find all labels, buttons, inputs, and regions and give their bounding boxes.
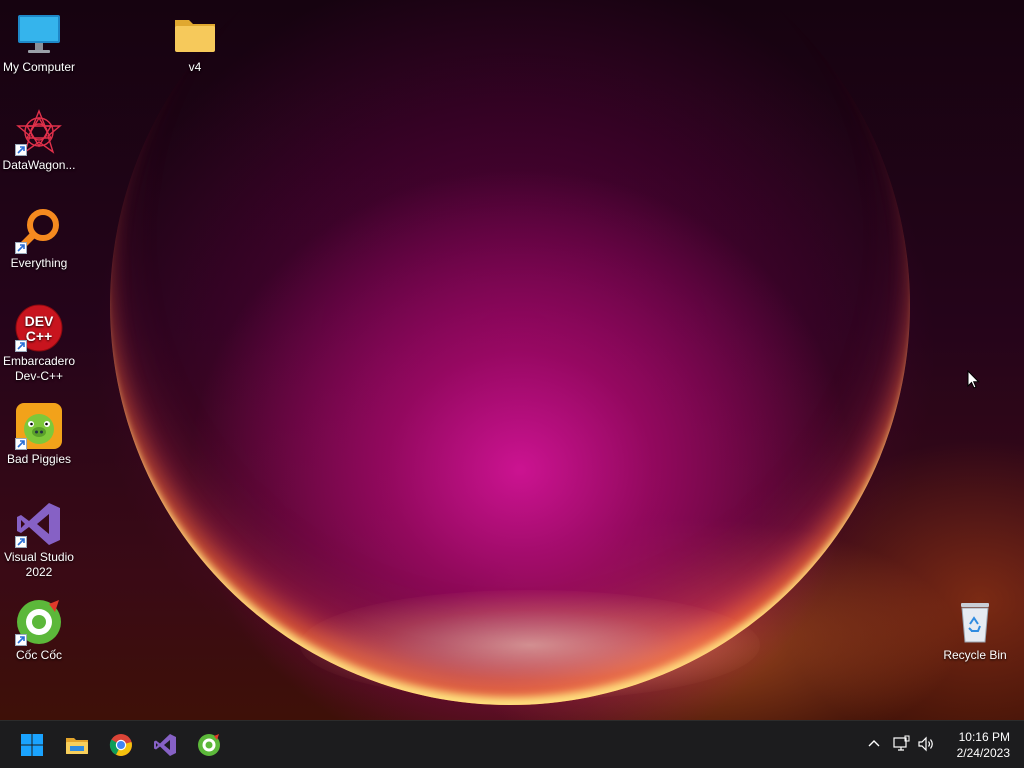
desktop-icon-visual-studio[interactable]: Visual Studio 2022	[0, 494, 78, 580]
svg-text:C++: C++	[26, 328, 52, 344]
taskbar-clock[interactable]: 10:16 PM 2/24/2023	[940, 729, 1010, 761]
desktop-icon-label: v4	[188, 60, 202, 74]
tray-network-button[interactable]	[891, 733, 911, 755]
clock-date: 2/24/2023	[956, 746, 1010, 760]
taskbar-file-explorer-button[interactable]	[59, 727, 95, 763]
windows-start-icon	[21, 734, 43, 756]
desktop-icon-devcpp[interactable]: DEV C++ Embarcadero Dev-C++	[0, 298, 78, 384]
chevron-up-icon	[868, 740, 880, 747]
desktop-icon-label: Cốc Cốc	[15, 648, 62, 662]
everything-search-icon	[15, 206, 63, 254]
shortcut-arrow-icon	[15, 438, 27, 450]
mouse-cursor-icon	[967, 370, 980, 389]
devcpp-badge-text: DEV	[25, 313, 54, 329]
visual-studio-icon	[154, 734, 176, 756]
bad-piggies-icon	[15, 402, 63, 450]
devcpp-icon: DEV C++	[15, 304, 63, 352]
chrome-icon	[109, 734, 132, 756]
volume-icon	[918, 736, 933, 752]
shortcut-arrow-icon	[15, 242, 27, 254]
file-explorer-icon	[66, 738, 88, 754]
desktop-icon-label: Embarcadero Dev-C++	[2, 354, 76, 383]
taskbar-coccoc-button[interactable]	[191, 727, 227, 763]
network-icon	[893, 735, 910, 751]
folder-icon	[171, 10, 219, 58]
clock-time: 10:16 PM	[958, 730, 1010, 744]
tray-volume-button[interactable]	[916, 733, 936, 755]
desktop-icon-bad-piggies[interactable]: Bad Piggies	[0, 396, 78, 467]
tray-overflow-button[interactable]	[864, 733, 884, 755]
desktop-icon-label: My Computer	[2, 60, 76, 74]
desktop-wallpaper: My Computer v4 DataWagon... Everything D…	[0, 0, 1024, 720]
shortcut-arrow-icon	[15, 634, 27, 646]
desktop-icon-v4-folder[interactable]: v4	[156, 4, 234, 75]
taskbar: 10:16 PM 2/24/2023	[0, 720, 1024, 768]
desktop-icon-my-computer[interactable]: My Computer	[0, 4, 78, 75]
desktop-icon-label: DataWagon...	[2, 158, 76, 172]
desktop-icon-recycle-bin[interactable]: Recycle Bin	[936, 592, 1014, 663]
coccoc-icon	[198, 734, 220, 756]
monitor-icon	[15, 10, 63, 58]
desktop-icon-coccoc[interactable]: Cốc Cốc	[0, 592, 78, 663]
shortcut-arrow-icon	[15, 536, 27, 548]
visual-studio-icon	[15, 500, 63, 548]
shortcut-arrow-icon	[15, 144, 27, 156]
shortcut-arrow-icon	[15, 340, 27, 352]
desktop-icon-label: Visual Studio 2022	[4, 550, 74, 579]
desktop-icon-datawagon[interactable]: DataWagon...	[0, 102, 78, 173]
start-button[interactable]	[14, 727, 50, 763]
taskbar-chrome-button[interactable]	[103, 727, 139, 763]
wallpaper-ring	[110, 0, 910, 705]
desktop-icon-everything[interactable]: Everything	[0, 200, 78, 271]
desktop-icon-label: Recycle Bin	[943, 648, 1007, 662]
desktop-icon-label: Bad Piggies	[6, 452, 72, 466]
taskbar-visual-studio-button[interactable]	[147, 727, 183, 763]
coccoc-icon	[15, 598, 63, 646]
recycle-bin-icon	[951, 598, 999, 646]
desktop-icon-label: Everything	[10, 256, 68, 270]
wallpaper-glow	[300, 590, 760, 700]
datawagon-icon	[15, 108, 63, 156]
